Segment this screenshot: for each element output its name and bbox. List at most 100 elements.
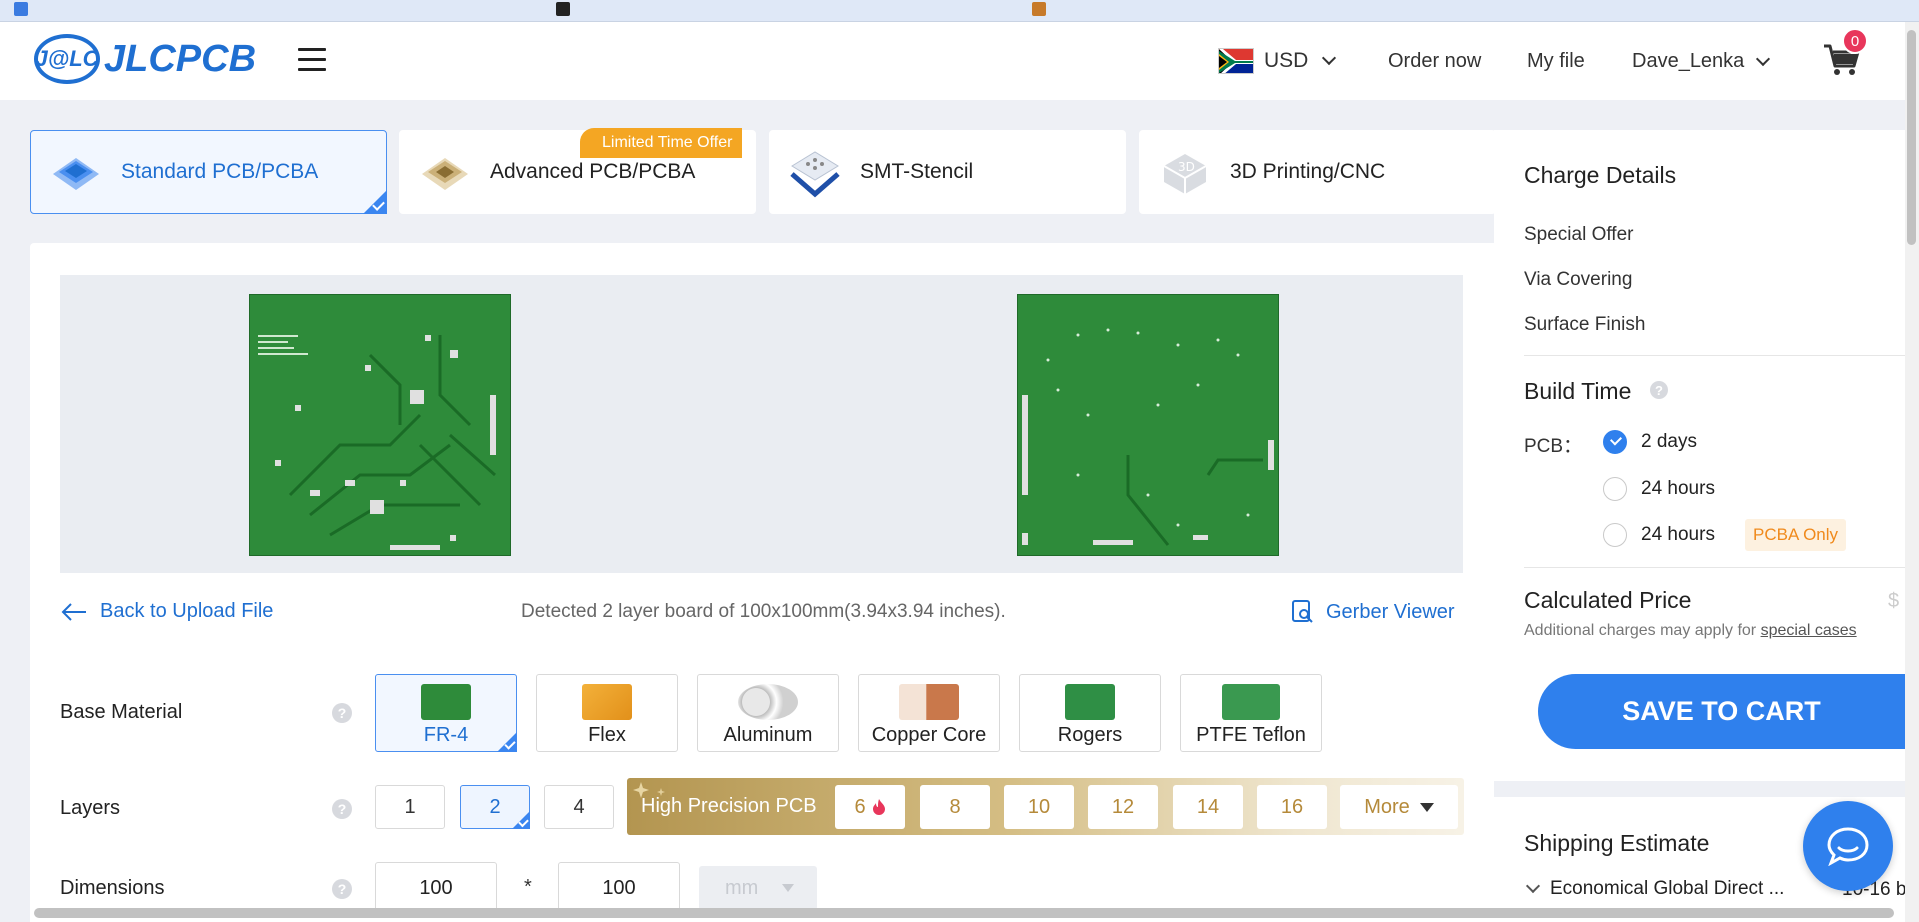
build-option-24-hours-pcba[interactable] bbox=[1603, 523, 1627, 547]
menu-icon[interactable] bbox=[298, 48, 326, 72]
material-copper-core[interactable]: Copper Core bbox=[858, 674, 1000, 752]
chevron-down-icon bbox=[1756, 51, 1771, 66]
height-input[interactable]: 100 bbox=[558, 862, 680, 914]
user-menu[interactable]: Dave_Lenka bbox=[1632, 50, 1771, 73]
tab-standard-pcb[interactable]: Standard PCB/PCBA bbox=[30, 130, 387, 214]
material-label: FR-4 bbox=[423, 724, 469, 746]
build-option-2-days[interactable] bbox=[1603, 430, 1627, 454]
tab-label: Standard PCB/PCBA bbox=[121, 160, 319, 183]
chat-bubble-icon bbox=[1827, 827, 1869, 866]
charge-surface-finish: Surface Finish bbox=[1524, 314, 1646, 335]
tab-label: SMT-Stencil bbox=[860, 160, 974, 183]
tab-label: Advanced PCB/PCBA bbox=[490, 160, 696, 183]
currency-selector[interactable]: USD bbox=[1218, 48, 1337, 74]
layer-option-1[interactable]: 1 bbox=[375, 785, 445, 829]
base-material-label: Base Material bbox=[60, 701, 183, 723]
material-fr4[interactable]: FR-4 bbox=[375, 674, 517, 752]
hp-layer-option-14[interactable]: 14 bbox=[1173, 785, 1243, 829]
shipping-estimate-title: Shipping Estimate bbox=[1524, 830, 1710, 856]
arrow-left-icon bbox=[61, 602, 86, 621]
more-label: More bbox=[1364, 795, 1410, 818]
build-option-24-hours[interactable] bbox=[1603, 477, 1627, 501]
help-icon[interactable]: ? bbox=[332, 703, 352, 723]
pcb-icon bbox=[45, 144, 107, 200]
material-label: PTFE Teflon bbox=[1196, 724, 1306, 746]
material-rogers[interactable]: Rogers bbox=[1019, 674, 1161, 752]
bookmark-icon[interactable] bbox=[1032, 2, 1046, 16]
fire-icon bbox=[872, 799, 885, 815]
site-header bbox=[0, 22, 1905, 100]
calc-note: Additional charges may apply for special… bbox=[1524, 622, 1857, 640]
material-label: Aluminum bbox=[723, 724, 813, 746]
unit-select[interactable]: mm bbox=[699, 866, 817, 910]
hp-layer-option-8[interactable]: 8 bbox=[920, 785, 990, 829]
shipping-method: Economical Global Direct ... bbox=[1550, 878, 1785, 899]
help-icon[interactable]: ? bbox=[1650, 381, 1668, 399]
layer-option-4[interactable]: 4 bbox=[544, 785, 614, 829]
copper-core-icon bbox=[899, 684, 959, 720]
divider bbox=[1494, 781, 1905, 797]
tab-3d-printing[interactable]: 3D 3D Printing/CNC bbox=[1139, 130, 1496, 214]
width-input[interactable]: 100 bbox=[375, 862, 497, 914]
save-to-cart-button[interactable]: SAVE TO CART bbox=[1538, 674, 1905, 749]
ptfe-icon bbox=[1222, 684, 1280, 720]
flex-icon bbox=[582, 684, 632, 720]
my-file-link[interactable]: My file bbox=[1527, 50, 1585, 73]
vertical-scrollbar-thumb[interactable] bbox=[1907, 30, 1916, 245]
fr4-board-icon bbox=[421, 684, 471, 720]
gerber-label: Gerber Viewer bbox=[1326, 600, 1455, 623]
gerber-viewer-link[interactable]: Gerber Viewer bbox=[1292, 600, 1455, 624]
calculated-price-title: Calculated Price bbox=[1524, 587, 1692, 613]
back-to-upload-link[interactable]: Back to Upload File bbox=[60, 600, 273, 623]
currency-label: USD bbox=[1264, 49, 1309, 72]
calc-note-text: Additional charges may apply for bbox=[1524, 622, 1757, 639]
hp-layer-option-10[interactable]: 10 bbox=[1004, 785, 1074, 829]
material-label: Copper Core bbox=[871, 724, 987, 746]
hp-layer-label: 6 bbox=[854, 795, 866, 818]
logo-text: JLCPCB bbox=[104, 37, 257, 80]
pcb-bottom-view[interactable] bbox=[1017, 294, 1279, 556]
material-flex[interactable]: Flex bbox=[536, 674, 678, 752]
gerber-viewer-icon bbox=[1292, 600, 1313, 623]
order-now-link[interactable]: Order now bbox=[1388, 50, 1481, 73]
logo[interactable]: J@LC JLCPCB bbox=[34, 34, 256, 84]
caret-down-icon bbox=[1419, 802, 1434, 812]
chevron-down-icon bbox=[1525, 878, 1541, 894]
hp-layer-option-6[interactable]: 6 bbox=[835, 785, 905, 829]
aluminum-icon bbox=[738, 684, 798, 720]
layers-label: Layers bbox=[60, 797, 121, 819]
layer-option-2[interactable]: 2 bbox=[460, 785, 530, 829]
help-icon[interactable]: ? bbox=[332, 879, 352, 899]
price-currency: $ bbox=[1888, 590, 1900, 612]
build-time-title: Build Time bbox=[1524, 378, 1632, 404]
build-option-label: 24 hours bbox=[1641, 524, 1715, 545]
rogers-icon bbox=[1065, 684, 1115, 720]
caret-down-icon bbox=[782, 884, 795, 892]
special-cases-link[interactable]: special cases bbox=[1761, 622, 1857, 639]
selected-check-icon bbox=[497, 732, 517, 752]
more-layers-button[interactable]: More bbox=[1340, 785, 1458, 829]
bookmark-icon[interactable] bbox=[14, 2, 28, 16]
material-aluminum[interactable]: Aluminum bbox=[697, 674, 839, 752]
divider bbox=[1524, 567, 1905, 568]
pcba-only-badge: PCBA Only bbox=[1745, 519, 1847, 551]
horizontal-scrollbar-thumb[interactable] bbox=[34, 908, 1894, 918]
shipping-method-row[interactable]: Economical Global Direct ... bbox=[1524, 878, 1784, 900]
help-icon[interactable]: ? bbox=[332, 799, 352, 819]
pcb-top-view[interactable] bbox=[249, 294, 511, 556]
build-option-label: 24 hours bbox=[1641, 478, 1715, 499]
stencil-icon bbox=[784, 144, 846, 200]
chat-button[interactable] bbox=[1803, 801, 1893, 891]
material-ptfe-teflon[interactable]: PTFE Teflon bbox=[1180, 674, 1322, 752]
divider bbox=[1524, 355, 1905, 356]
bookmark-icon[interactable] bbox=[556, 2, 570, 16]
logo-badge: J@LC bbox=[34, 34, 100, 84]
material-label: Flex bbox=[588, 724, 626, 746]
hp-layer-option-16[interactable]: 16 bbox=[1257, 785, 1327, 829]
detected-board-info: Detected 2 layer board of 100x100mm(3.94… bbox=[521, 601, 1006, 622]
cart-count-badge: 0 bbox=[1842, 28, 1868, 54]
unit-label: mm bbox=[725, 876, 759, 899]
charge-special-offer: Special Offer bbox=[1524, 224, 1634, 245]
tab-smt-stencil[interactable]: SMT-Stencil bbox=[769, 130, 1126, 214]
hp-layer-option-12[interactable]: 12 bbox=[1088, 785, 1158, 829]
